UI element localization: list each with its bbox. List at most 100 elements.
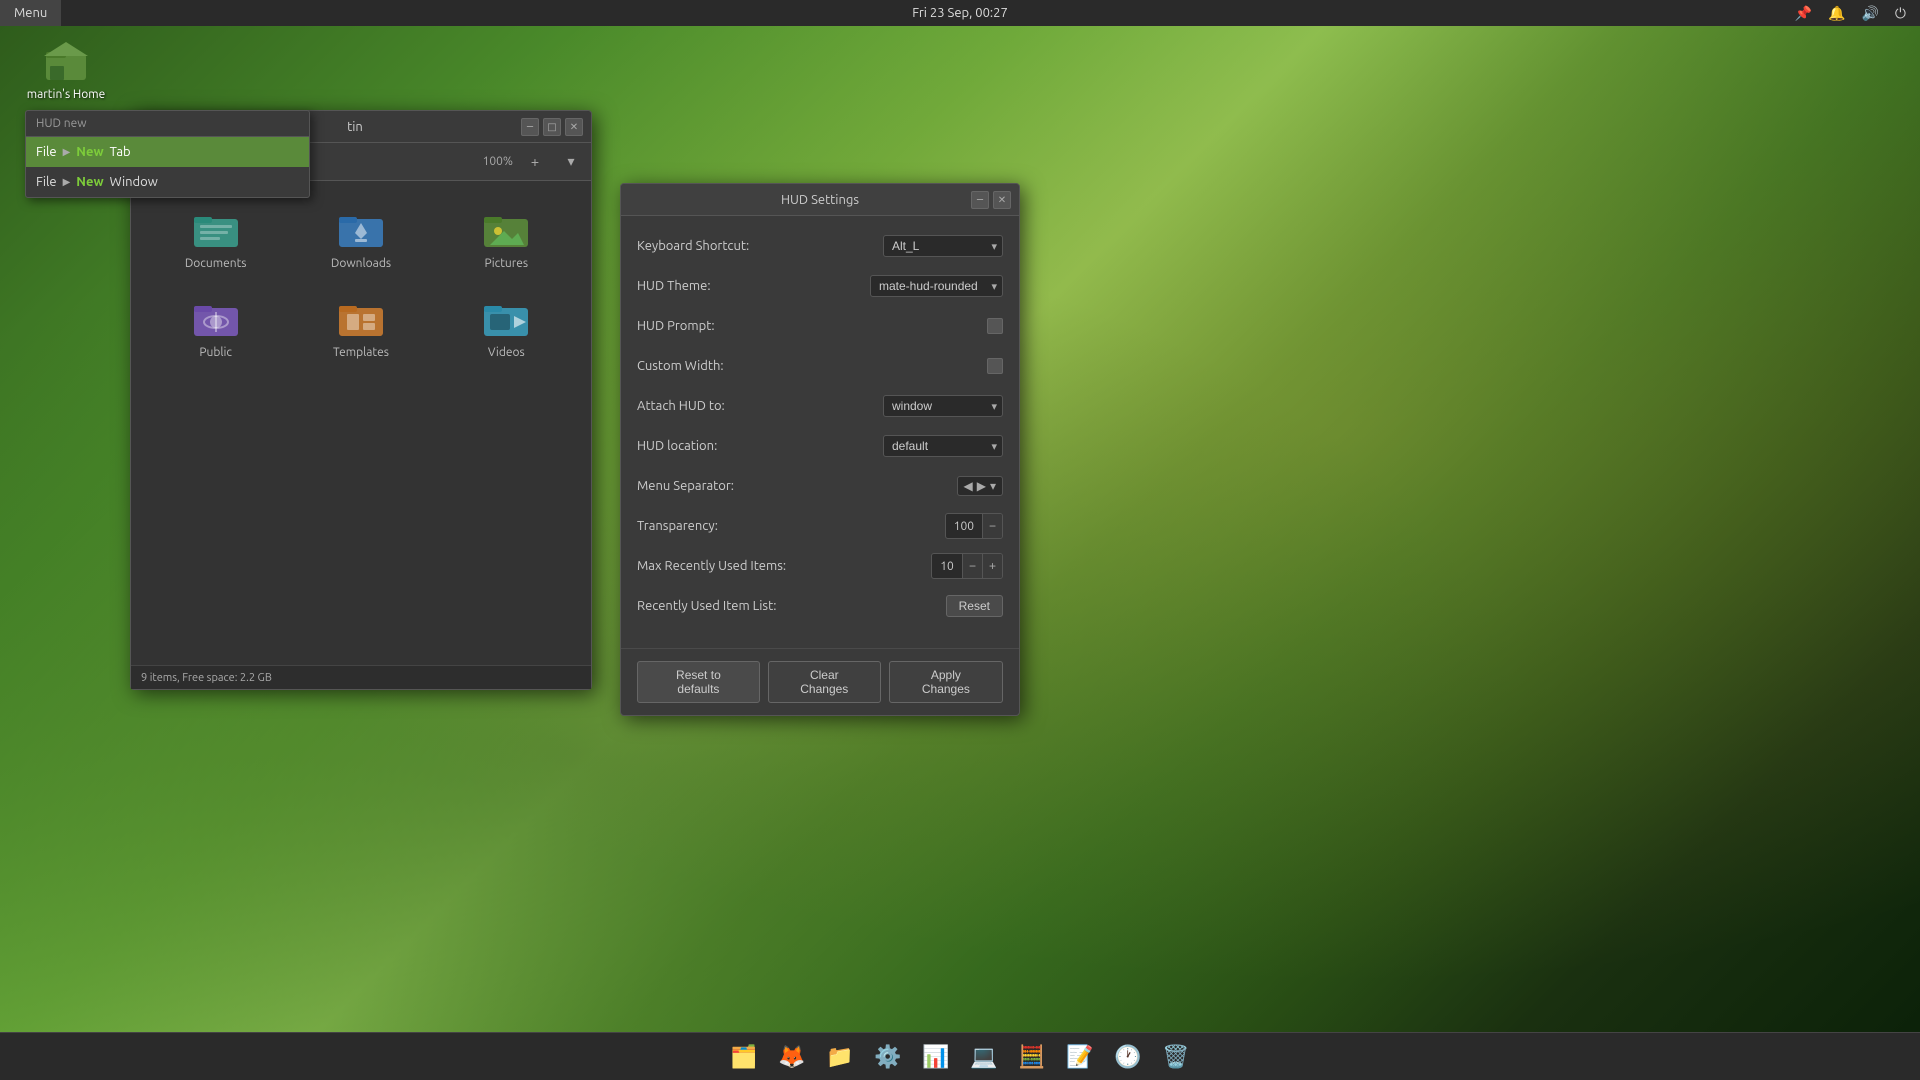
- fm-file-grid: Documents Downloads: [131, 181, 591, 665]
- attach-hud-label: Attach HUD to:: [637, 399, 883, 413]
- taskbar-clock[interactable]: 🕐: [1106, 1035, 1150, 1079]
- pin-icon[interactable]: 📌: [1791, 5, 1816, 22]
- fm-downloads[interactable]: Downloads: [292, 197, 429, 278]
- recently-used-row: Recently Used Item List: Reset: [637, 592, 1003, 620]
- custom-width-label: Custom Width:: [637, 359, 987, 373]
- taskbar-monitor[interactable]: 📊: [914, 1035, 958, 1079]
- fm-content: Documents Downloads: [131, 181, 591, 665]
- recently-used-label: Recently Used Item List:: [637, 599, 946, 613]
- hud-menu-arrow-2: ▶: [63, 176, 71, 188]
- hud-close-btn[interactable]: ✕: [993, 191, 1011, 209]
- fm-maximize-btn[interactable]: □: [543, 118, 561, 136]
- trash-icon: 🗑️: [1162, 1044, 1189, 1070]
- custom-width-checkbox[interactable]: [987, 358, 1003, 374]
- fm-zoom-value: 100%: [479, 155, 517, 168]
- fm-more-btn[interactable]: ▾: [557, 148, 585, 176]
- hud-menu-item-file-2: File: [36, 175, 57, 189]
- transparency-spinbox: 100 −: [945, 513, 1003, 539]
- fm-pictures[interactable]: Pictures: [438, 197, 575, 278]
- keyboard-shortcut-select-wrap: Alt_L: [883, 235, 1003, 257]
- hud-menu-new-window[interactable]: File ▶ New Window: [26, 167, 309, 197]
- keyboard-shortcut-select[interactable]: Alt_L: [883, 235, 1003, 257]
- downloads-icon: [337, 205, 385, 253]
- menu-separator-row: Menu Separator: ◀ ▶ ▾: [637, 472, 1003, 500]
- power-icon[interactable]: ⏻: [1891, 5, 1910, 22]
- hud-prompt-checkbox[interactable]: [987, 318, 1003, 334]
- topbar-menu[interactable]: Menu: [0, 0, 61, 26]
- fm-zoom-in-btn[interactable]: +: [521, 148, 549, 176]
- hud-location-select-wrap: default: [883, 435, 1003, 457]
- taskbar-settings[interactable]: ⚙️: [866, 1035, 910, 1079]
- pictures-label: Pictures: [485, 257, 529, 270]
- separator-left-arrow: ◀: [964, 479, 973, 493]
- attach-hud-select[interactable]: window: [883, 395, 1003, 417]
- taskbar-notes[interactable]: 📝: [1058, 1035, 1102, 1079]
- transparency-decrease-btn[interactable]: −: [982, 514, 1002, 538]
- max-recently-decrease-btn[interactable]: −: [962, 554, 982, 578]
- keyboard-shortcut-row: Keyboard Shortcut: Alt_L: [637, 232, 1003, 260]
- documents-icon: [192, 205, 240, 253]
- monitor-icon: 📊: [922, 1044, 949, 1070]
- bell-icon[interactable]: 🔔: [1824, 5, 1849, 22]
- files-icon: 🗂️: [730, 1044, 757, 1070]
- fm-minimize-btn[interactable]: ─: [521, 118, 539, 136]
- keyboard-shortcut-control: Alt_L: [883, 235, 1003, 257]
- public-label: Public: [199, 346, 232, 359]
- fm-templates[interactable]: Templates: [292, 286, 429, 367]
- hud-theme-select-wrap: mate-hud-rounded: [870, 275, 1003, 297]
- taskbar: 🗂️ 🦊 📁 ⚙️ 📊 💻 🧮 📝 🕐 🗑️: [0, 1032, 1920, 1080]
- taskbar-trash[interactable]: 🗑️: [1154, 1035, 1198, 1079]
- apply-changes-btn[interactable]: Apply Changes: [889, 661, 1003, 703]
- hud-menu-new-tab[interactable]: File ▶ New Tab: [26, 137, 309, 167]
- fm-status-text: 9 items, Free space: 2.2 GB: [141, 672, 272, 684]
- hud-location-row: HUD location: default: [637, 432, 1003, 460]
- hud-prompt-control: [987, 318, 1003, 334]
- documents-label: Documents: [185, 257, 247, 270]
- hud-theme-label: HUD Theme:: [637, 279, 870, 293]
- hud-settings-footer: Reset to defaults Clear Changes Apply Ch…: [621, 648, 1019, 715]
- hud-settings-wm-buttons: ─ ✕: [971, 191, 1011, 209]
- fm-wm-buttons: ─ □ ✕: [521, 118, 583, 136]
- volume-icon[interactable]: 🔊: [1857, 5, 1882, 22]
- clear-changes-btn[interactable]: Clear Changes: [768, 661, 881, 703]
- fm-close-btn[interactable]: ✕: [565, 118, 583, 136]
- hud-location-select[interactable]: default: [883, 435, 1003, 457]
- videos-icon: [482, 294, 530, 342]
- reset-defaults-btn[interactable]: Reset to defaults: [637, 661, 760, 703]
- file-manager-icon: 📁: [826, 1044, 853, 1070]
- attach-hud-control: window: [883, 395, 1003, 417]
- hud-location-label: HUD location:: [637, 439, 883, 453]
- hud-menu-rest-1: Tab: [110, 145, 131, 159]
- home-icon-label: martin's Home: [27, 88, 106, 101]
- desktop-home-icon[interactable]: martin's Home: [26, 36, 106, 101]
- separator-dropdown-arrow: ▾: [990, 479, 996, 493]
- taskbar-firefox[interactable]: 🦊: [770, 1035, 814, 1079]
- firefox-icon: 🦊: [778, 1044, 805, 1070]
- fm-statusbar: 9 items, Free space: 2.2 GB: [131, 665, 591, 689]
- taskbar-files[interactable]: 🗂️: [722, 1035, 766, 1079]
- fm-documents[interactable]: Documents: [147, 197, 284, 278]
- hud-theme-select[interactable]: mate-hud-rounded: [870, 275, 1003, 297]
- recently-used-reset-btn[interactable]: Reset: [946, 595, 1003, 617]
- topbar-clock: Fri 23 Sep, 00:27: [912, 6, 1008, 20]
- custom-width-control: [987, 358, 1003, 374]
- hud-theme-row: HUD Theme: mate-hud-rounded: [637, 272, 1003, 300]
- taskbar-calculator[interactable]: 🧮: [1010, 1035, 1054, 1079]
- hud-prompt-label: HUD Prompt:: [637, 319, 987, 333]
- hud-minimize-btn[interactable]: ─: [971, 191, 989, 209]
- max-recently-used-spinbox: 10 − +: [931, 553, 1003, 579]
- attach-hud-row: Attach HUD to: window: [637, 392, 1003, 420]
- hud-menu-arrow-1: ▶: [63, 146, 71, 158]
- menu-separator-value[interactable]: ◀ ▶ ▾: [957, 476, 1004, 496]
- separator-right-arrow: ▶: [977, 479, 986, 493]
- fm-public[interactable]: Public: [147, 286, 284, 367]
- calculator-icon: 🧮: [1018, 1044, 1045, 1070]
- max-recently-increase-btn[interactable]: +: [982, 554, 1002, 578]
- keyboard-shortcut-label: Keyboard Shortcut:: [637, 239, 883, 253]
- hud-menu-rest-2: Window: [110, 175, 158, 189]
- settings-icon: ⚙️: [874, 1044, 901, 1070]
- fm-videos[interactable]: Videos: [438, 286, 575, 367]
- max-recently-used-value: 10: [932, 557, 962, 576]
- taskbar-file-manager[interactable]: 📁: [818, 1035, 862, 1079]
- taskbar-terminal[interactable]: 💻: [962, 1035, 1006, 1079]
